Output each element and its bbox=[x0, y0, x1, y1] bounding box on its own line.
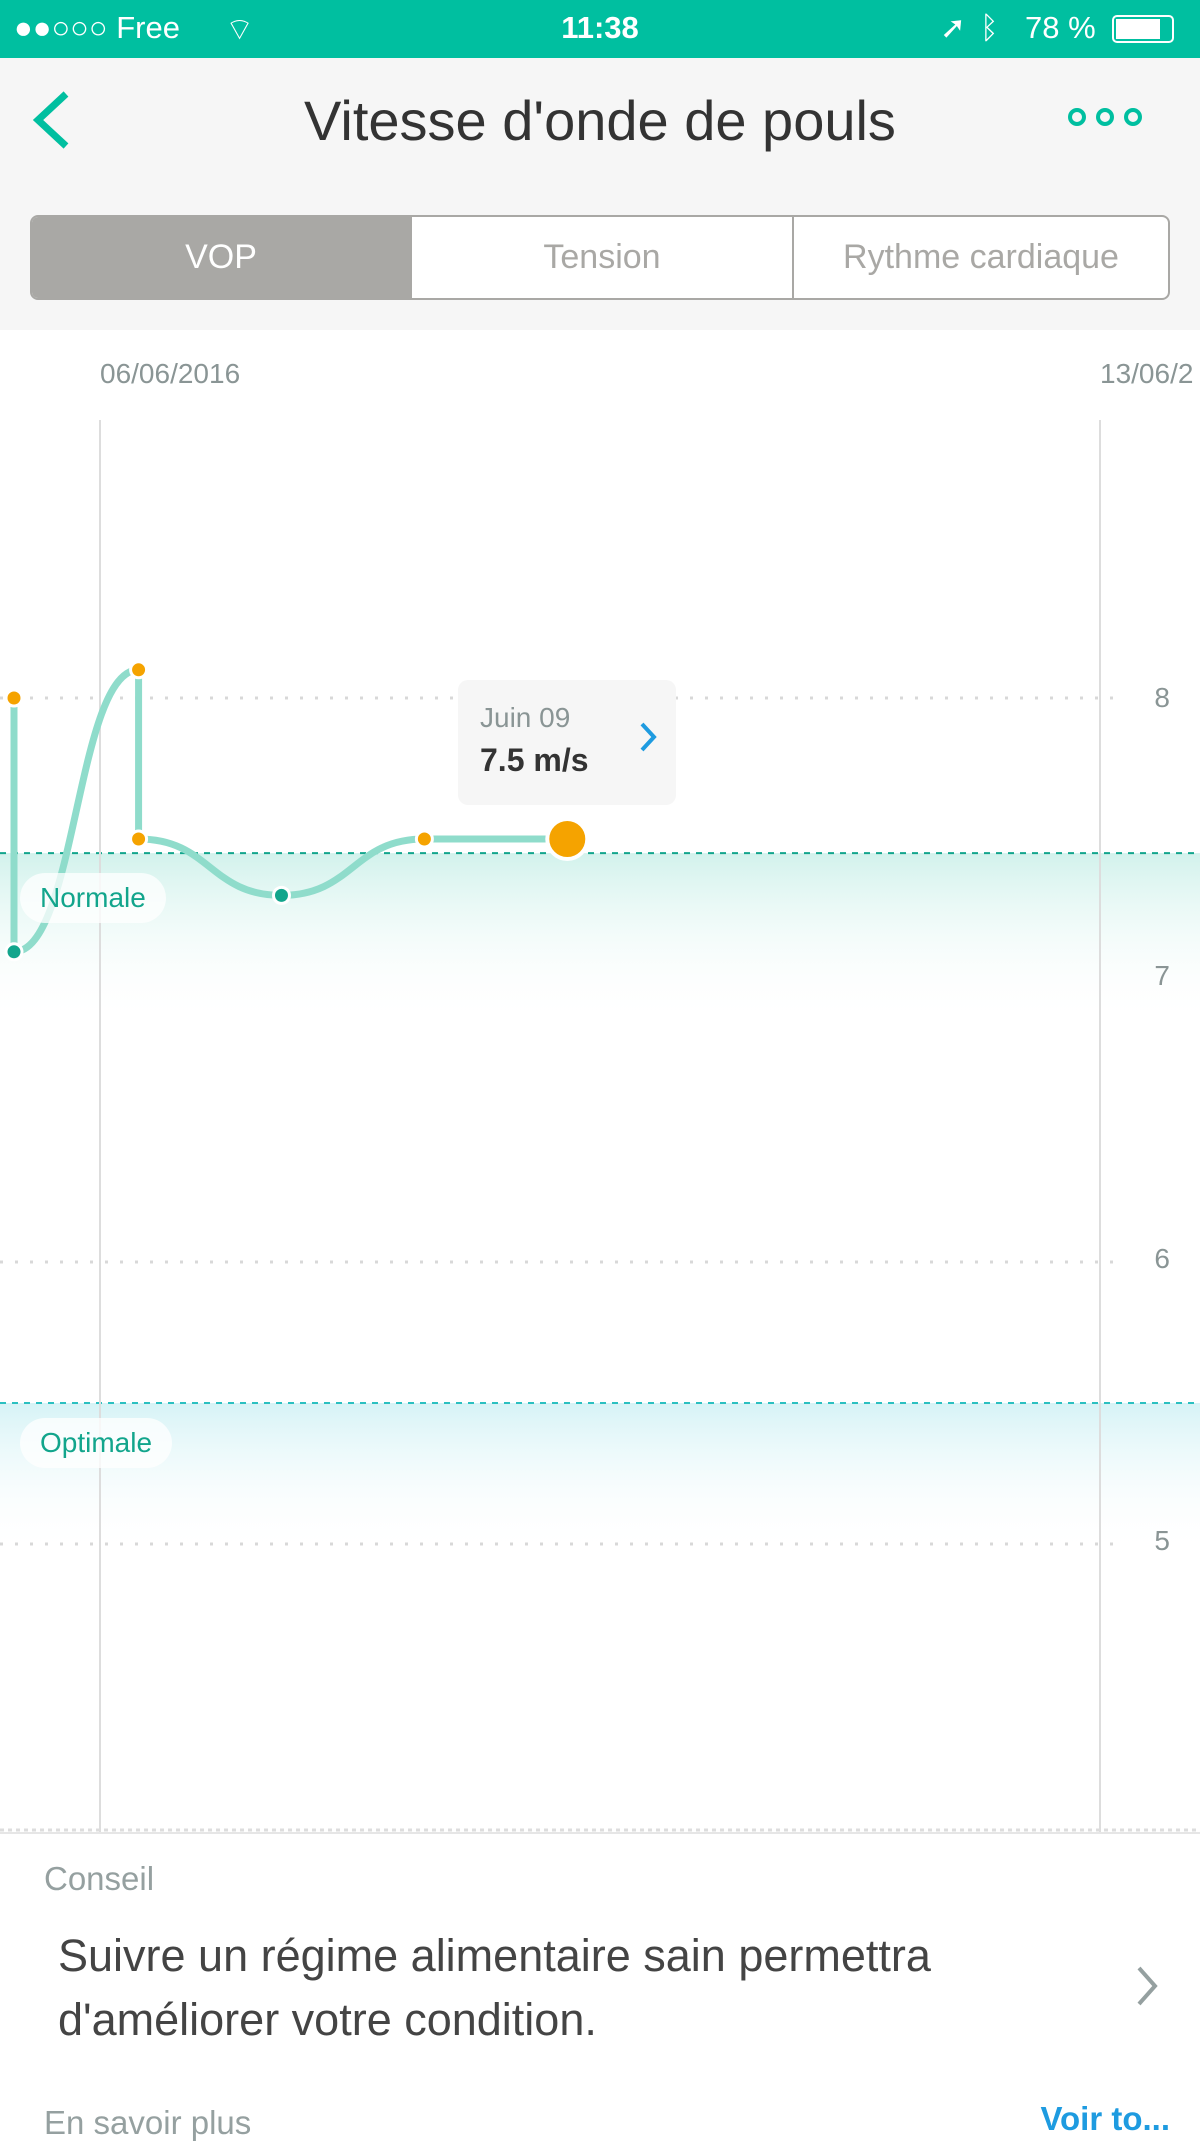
advice-text[interactable]: Suivre un régime alimentaire sain permet… bbox=[58, 1924, 1058, 2052]
battery-percent: 78 % bbox=[1025, 10, 1096, 45]
data-point bbox=[4, 942, 24, 962]
y-tick-7: 7 bbox=[1154, 960, 1170, 991]
tab-tension[interactable]: Tension bbox=[410, 217, 792, 298]
zone-label-normale: Normale bbox=[20, 873, 166, 923]
nav-bar: Vitesse d'onde de pouls VOP Tension Ryth… bbox=[0, 58, 1200, 330]
clock: 11:38 bbox=[561, 10, 639, 45]
y-tick-8: 8 bbox=[1154, 682, 1170, 713]
vop-chart[interactable]: 06/06/2016 13/06/2 8 7 6 5 Normale Optim… bbox=[0, 330, 1200, 1832]
advice-heading: Conseil bbox=[44, 1860, 155, 1897]
x-label-start: 06/06/2016 bbox=[100, 358, 241, 389]
chevron-right-icon[interactable] bbox=[638, 720, 658, 754]
chevron-right-icon[interactable] bbox=[1134, 1964, 1160, 2008]
data-point bbox=[129, 829, 149, 849]
bluetooth-icon: ᛒ bbox=[980, 10, 999, 45]
status-bar: ●●○○○ Free ⌔ 11:38 ➚ ᛒ 78 % bbox=[0, 0, 1200, 58]
see-all-link[interactable]: Voir to... bbox=[1040, 2100, 1170, 2138]
tooltip-value: 7.5 m/s bbox=[480, 742, 589, 778]
tooltip-date: Juin 09 bbox=[480, 702, 571, 733]
chart-canvas bbox=[0, 420, 1200, 1832]
segmented-control: VOP Tension Rythme cardiaque bbox=[30, 215, 1170, 300]
tab-rythme-cardiaque[interactable]: Rythme cardiaque bbox=[792, 217, 1168, 298]
data-point bbox=[414, 829, 434, 849]
page-title: Vitesse d'onde de pouls bbox=[304, 89, 896, 152]
location-icon: ➚ bbox=[940, 10, 966, 45]
data-point bbox=[129, 660, 149, 680]
x-label-end: 13/06/2 bbox=[1100, 358, 1194, 389]
y-tick-5: 5 bbox=[1154, 1525, 1170, 1556]
data-point bbox=[271, 885, 291, 905]
more-options-icon[interactable] bbox=[1068, 108, 1142, 126]
y-tick-6: 6 bbox=[1154, 1243, 1170, 1274]
zone-label-optimale: Optimale bbox=[20, 1418, 173, 1468]
learn-more-heading: En savoir plus bbox=[44, 2104, 252, 2141]
zone-band-optimale bbox=[0, 1403, 1200, 1553]
data-point bbox=[4, 688, 24, 708]
selected-data-point bbox=[545, 817, 590, 861]
battery-icon bbox=[1112, 15, 1174, 43]
tab-vop[interactable]: VOP bbox=[32, 217, 410, 298]
advice-panel: Conseil Suivre un régime alimentaire sai… bbox=[0, 1832, 1200, 2141]
zone-band-normale bbox=[0, 853, 1200, 1024]
data-tooltip[interactable]: Juin 09 7.5 m/s bbox=[458, 680, 676, 805]
